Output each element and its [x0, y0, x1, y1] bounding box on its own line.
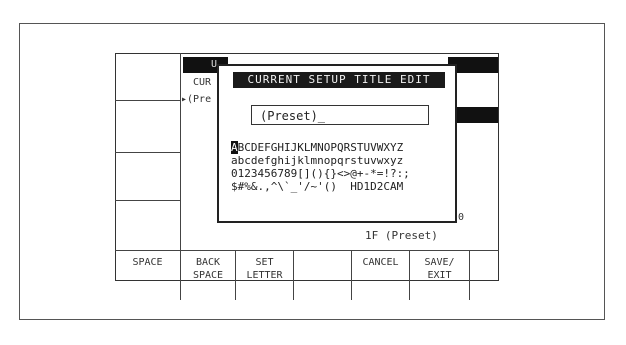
title-input[interactable]: (Preset)_: [251, 105, 429, 125]
save-exit-label-line1: SAVE/: [424, 257, 455, 268]
char-row-uppercase-rest[interactable]: BCDEFGHIJKLMNOPQRSTUVWXYZ: [238, 141, 404, 154]
back-space-label-line1: BACK: [195, 257, 221, 268]
char-row-lowercase[interactable]: abcdefghijklmnopqrstuvwxyz: [231, 154, 410, 167]
set-letter-label-line2: LETTER: [246, 270, 283, 281]
background-label-cur: CUR: [193, 77, 212, 88]
selected-char[interactable]: A: [231, 141, 238, 154]
char-row-symbols-formats[interactable]: $#%&.,^\`_'/~'() HD1D2CAM: [231, 180, 410, 193]
save-exit-button[interactable]: SAVE/ EXIT: [410, 250, 470, 300]
space-button[interactable]: SPACE: [115, 250, 181, 300]
blank-softkey[interactable]: [294, 250, 352, 300]
cancel-button[interactable]: CANCEL: [352, 250, 410, 300]
cancel-label: CANCEL: [362, 257, 399, 268]
background-right-digit: 0: [458, 212, 465, 223]
dialog-title: CURRENT SETUP TITLE EDIT: [233, 72, 445, 88]
back-space-button[interactable]: BACK SPACE: [181, 250, 236, 300]
back-space-label-line2: SPACE: [192, 270, 224, 281]
space-button-label: SPACE: [132, 257, 163, 268]
save-exit-label-line2: EXIT: [427, 270, 452, 281]
background-label-preset: ▸(Pre: [181, 94, 212, 105]
left-row-divider-1: [115, 100, 181, 101]
left-row-divider-2: [115, 152, 181, 153]
current-setup-value: 1F (Preset): [365, 229, 438, 242]
title-edit-dialog: CURRENT SETUP TITLE EDIT (Preset)_ ABCDE…: [217, 64, 457, 223]
char-row-digits-symbols[interactable]: 0123456789[](){}<>@+-*=!?:;: [231, 167, 410, 180]
set-letter-button[interactable]: SET LETTER: [236, 250, 294, 300]
left-row-divider-3: [115, 200, 181, 201]
char-row-uppercase[interactable]: ABCDEFGHIJKLMNOPQRSTUVWXYZ: [231, 141, 410, 154]
set-letter-label-line1: SET: [255, 257, 274, 268]
character-palette: ABCDEFGHIJKLMNOPQRSTUVWXYZ abcdefghijklm…: [231, 141, 410, 193]
